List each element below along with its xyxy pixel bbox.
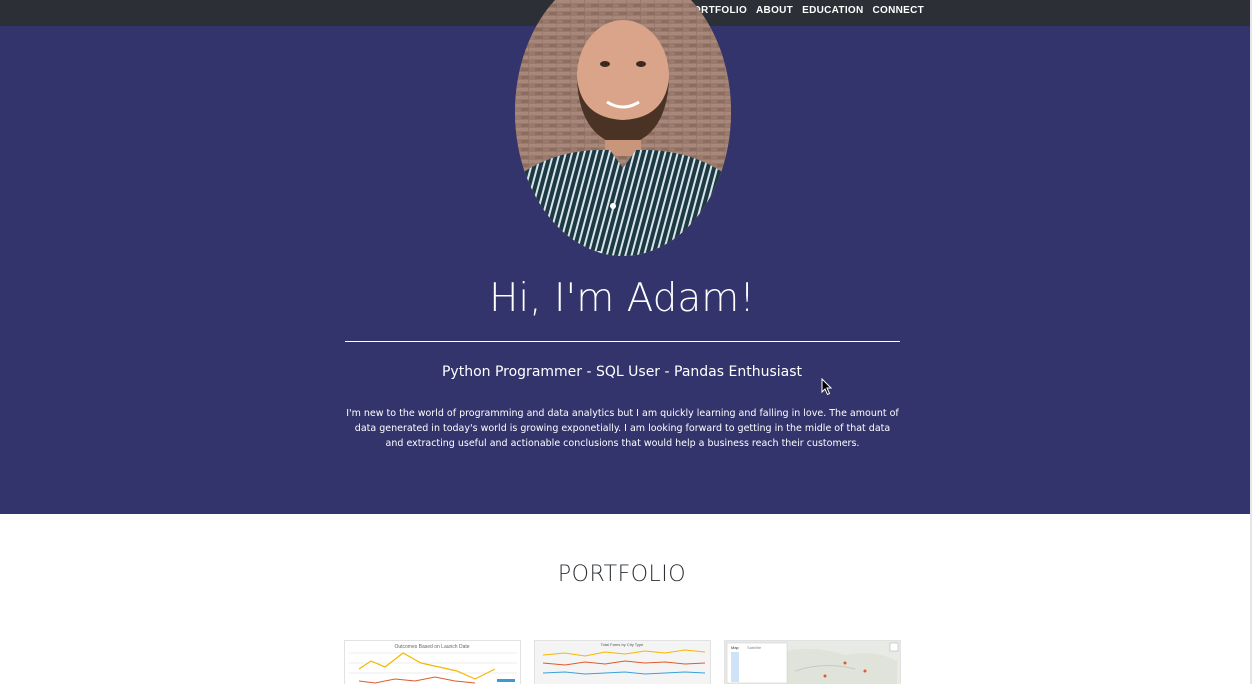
thumbnail-caption: Satellite: [747, 645, 762, 650]
thumbnail-caption: Outcomes Based on Launch Date: [394, 644, 469, 650]
hero-bio: I'm new to the world of programming and …: [346, 408, 899, 449]
portfolio-thumbnail-map[interactable]: Map Satellite: [725, 641, 900, 684]
portfolio-heading: PORTFOLIO: [557, 562, 687, 587]
portfolio-thumbnail-fares[interactable]: Total Fares by City Type: [535, 641, 710, 684]
line-chart-thumbnail: Outcomes Based on Launch Date: [349, 644, 517, 684]
thumbnail-caption: Total Fares by City Type: [601, 642, 645, 647]
map-thumbnail: Map Satellite: [725, 641, 900, 684]
portfolio-thumbnail-launch-outcomes[interactable]: Outcomes Based on Launch Date: [345, 641, 520, 684]
profile-photo-drawing: [515, 0, 731, 256]
nav-link-education[interactable]: EDUCATION: [802, 5, 863, 16]
mouse-cursor-icon: [821, 378, 833, 396]
multi-line-chart-thumbnail: Total Fares by City Type: [535, 641, 710, 684]
hero-subtitle: Python Programmer - SQL User - Pandas En…: [441, 364, 802, 380]
thumbnail-caption: Map: [731, 645, 740, 650]
nav-link-about[interactable]: ABOUT: [756, 5, 793, 16]
nav-link-connect[interactable]: CONNECT: [873, 5, 925, 16]
nav-links: PORTFOLIO ABOUT EDUCATION CONNECT: [686, 5, 924, 16]
hero-section: Hi, I'm Adam! Python Programmer - SQL Us…: [0, 0, 1250, 514]
profile-photo: [515, 0, 731, 256]
hero-title: Hi, I'm Adam!: [489, 276, 755, 321]
hero-divider: [345, 341, 900, 342]
